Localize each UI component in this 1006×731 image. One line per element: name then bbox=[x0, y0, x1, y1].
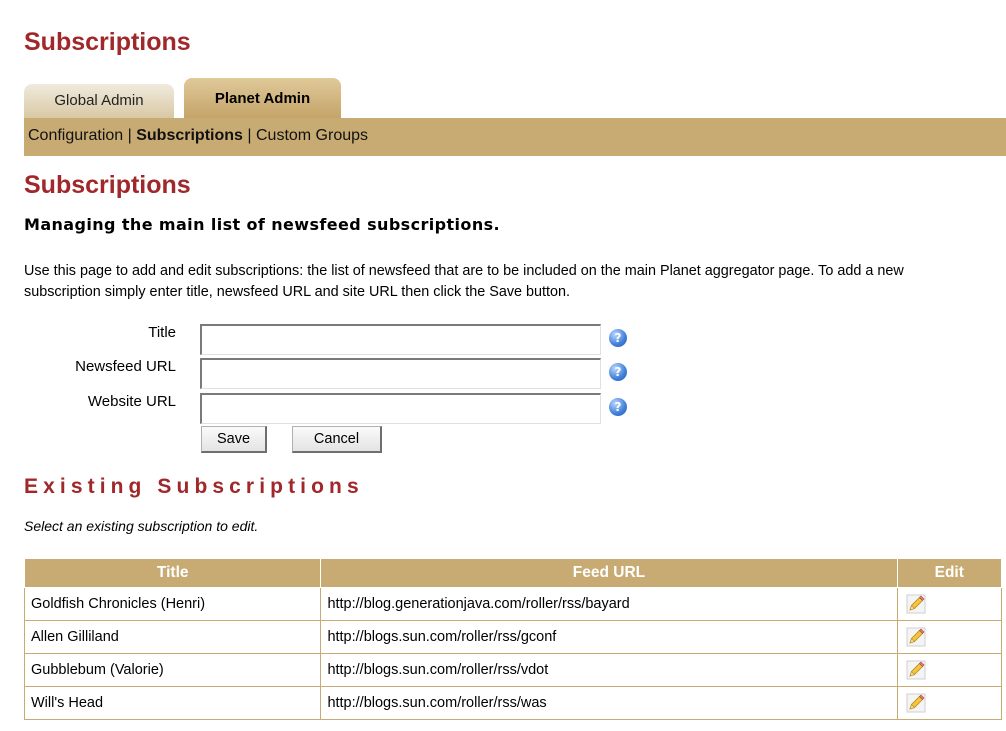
column-header-title: Title bbox=[23, 558, 322, 588]
edit-cell bbox=[896, 587, 1002, 621]
subnav-item-custom-groups[interactable]: Custom Groups bbox=[256, 127, 368, 144]
subnav-item-configuration[interactable]: Configuration bbox=[28, 127, 123, 144]
website-url-field-label: Website URL bbox=[87, 393, 176, 410]
subnav-separator: | bbox=[127, 127, 132, 144]
pencil-edit-icon[interactable] bbox=[906, 660, 926, 680]
subscription-feed-url-cell: http://blogs.sun.com/roller/rss/vdot bbox=[320, 653, 898, 687]
newsfeed-url-field-label: Newsfeed URL bbox=[75, 358, 176, 375]
admin-tabs: Global Admin Planet Admin bbox=[24, 78, 1006, 118]
subscription-feed-url-cell: http://blogs.sun.com/roller/rss/was bbox=[320, 686, 898, 720]
subnav-separator: | bbox=[247, 127, 252, 144]
help-icon[interactable]: ? bbox=[609, 329, 627, 347]
tab-planet-admin[interactable]: Planet Admin bbox=[184, 78, 341, 118]
table-row[interactable]: Gubblebum (Valorie) http://blogs.sun.com… bbox=[23, 653, 1002, 687]
subnav-item-subscriptions[interactable]: Subscriptions bbox=[136, 127, 243, 144]
edit-cell bbox=[896, 686, 1002, 720]
subscription-feed-url-cell: http://blogs.sun.com/roller/rss/gconf bbox=[320, 620, 898, 654]
subscription-title-cell: Will's Head bbox=[23, 686, 322, 720]
edit-cell bbox=[896, 620, 1002, 654]
table-row[interactable]: Goldfish Chronicles (Henri) http://blog.… bbox=[23, 587, 1002, 621]
pencil-edit-icon[interactable] bbox=[906, 594, 926, 614]
pencil-edit-icon[interactable] bbox=[906, 693, 926, 713]
title-input[interactable] bbox=[200, 324, 601, 355]
column-header-edit: Edit bbox=[896, 558, 1002, 588]
existing-subscriptions-hint: Select an existing subscription to edit. bbox=[24, 518, 259, 534]
save-button[interactable]: Save bbox=[201, 426, 267, 453]
subscription-feed-url-cell: http://blog.generationjava.com/roller/rs… bbox=[320, 587, 898, 621]
help-icon[interactable]: ? bbox=[609, 398, 627, 416]
title-field-row: Title ? bbox=[24, 324, 724, 356]
subscription-title-cell: Gubblebum (Valorie) bbox=[23, 653, 322, 687]
cancel-button[interactable]: Cancel bbox=[292, 426, 382, 453]
pencil-edit-icon[interactable] bbox=[906, 627, 926, 647]
newsfeed-url-input[interactable] bbox=[200, 358, 601, 389]
subscriptions-table: Title Feed URL Edit Goldfish Chronicles … bbox=[23, 558, 1002, 720]
website-url-field-row: Website URL ? bbox=[24, 393, 724, 425]
existing-subscriptions-title: Existing Subscriptions bbox=[24, 475, 364, 498]
page-title: Subscriptions bbox=[24, 28, 191, 56]
table-header-row: Title Feed URL Edit bbox=[23, 558, 1002, 588]
edit-cell bbox=[896, 653, 1002, 687]
subscription-title-cell: Allen Gilliland bbox=[23, 620, 322, 654]
table-row[interactable]: Will's Head http://blogs.sun.com/roller/… bbox=[23, 686, 1002, 720]
website-url-input[interactable] bbox=[200, 393, 601, 424]
column-header-feed-url: Feed URL bbox=[320, 558, 898, 588]
table-row[interactable]: Allen Gilliland http://blogs.sun.com/rol… bbox=[23, 620, 1002, 654]
newsfeed-url-field-row: Newsfeed URL ? bbox=[24, 358, 724, 390]
title-field-label: Title bbox=[148, 324, 176, 341]
section-subtitle: Managing the main list of newsfeed subsc… bbox=[24, 215, 501, 234]
page-description: Use this page to add and edit subscripti… bbox=[24, 263, 904, 300]
section-title: Subscriptions bbox=[24, 171, 191, 199]
tab-global-admin[interactable]: Global Admin bbox=[24, 84, 174, 118]
subscription-title-cell: Goldfish Chronicles (Henri) bbox=[23, 587, 322, 621]
help-icon[interactable]: ? bbox=[609, 363, 627, 381]
sub-navigation: Configuration | Subscriptions | Custom G… bbox=[24, 118, 1006, 156]
